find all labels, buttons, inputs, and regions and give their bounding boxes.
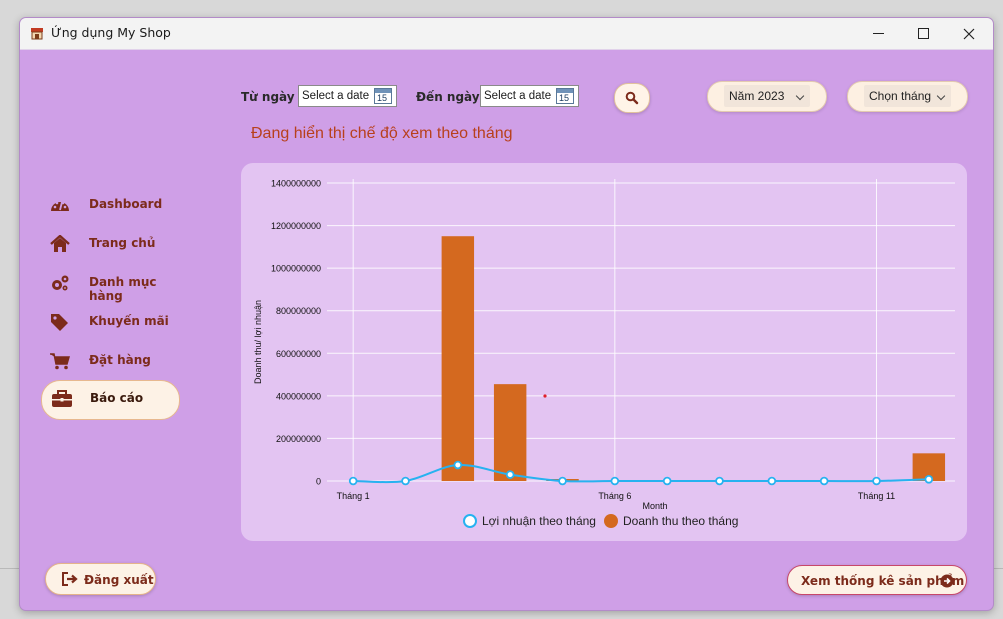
year-select-value: Năm 2023 (729, 89, 785, 103)
bar-revenue (493, 384, 527, 481)
calendar-icon[interactable]: 15 (556, 88, 574, 104)
dashboard-icon (51, 201, 69, 211)
cart-icon (50, 353, 70, 370)
data-marker (543, 394, 547, 398)
y-tick-label: 400000000 (276, 391, 321, 401)
point-profit (924, 474, 934, 484)
legend-marker-revenue (604, 514, 618, 528)
month-select[interactable]: Chọn tháng (847, 81, 968, 112)
search-button[interactable] (614, 83, 650, 113)
y-axis-label: Doanh thu/ lợi nhuận (253, 300, 263, 384)
sign-out-icon (62, 572, 78, 586)
sidebar-item-label: Danh mục hàng (89, 275, 157, 303)
point-profit (401, 476, 410, 486)
product-stats-button[interactable]: Xem thống kê sản phẩm (787, 565, 967, 595)
minimize-button[interactable] (855, 18, 901, 49)
x-tick-label: Tháng 11 (858, 491, 895, 501)
y-tick-label: 600000000 (276, 349, 321, 359)
sidebar-item-dashboard[interactable]: Dashboard (41, 186, 180, 224)
window-title: Ứng dụng My Shop (51, 25, 171, 40)
tags-icon (51, 314, 68, 331)
from-date-placeholder: Select a date (302, 90, 370, 102)
legend-label-revenue: Doanh thu theo tháng (623, 514, 738, 528)
sidebar-item-label: Trang chủ (89, 236, 156, 250)
point-profit (348, 476, 358, 486)
search-icon (625, 91, 639, 105)
chart-panel: 0 200000000 400000000 600000000 800000000 100… (241, 163, 967, 541)
x-tick-label: Tháng 6 (598, 491, 631, 501)
close-button[interactable] (946, 18, 992, 49)
legend-marker-profit (463, 514, 477, 528)
to-date-picker[interactable]: Select a date 15 (480, 85, 579, 107)
app-window: Ứng dụng My Shop Từ ngày Select a date 1… (19, 17, 994, 611)
from-date-picker[interactable]: Select a date 15 (298, 85, 397, 107)
to-date-label: Đến ngày (416, 90, 480, 104)
logout-button[interactable]: Đăng xuất (45, 563, 156, 595)
from-date-label: Từ ngày (241, 90, 295, 104)
home-icon (50, 235, 70, 252)
view-mode-text: Đang hiển thị chế độ xem theo tháng (251, 125, 513, 142)
to-date-placeholder: Select a date (484, 90, 552, 102)
chevron-down-icon (936, 91, 946, 101)
point-profit (505, 470, 515, 479)
calendar-icon[interactable]: 15 (374, 88, 392, 104)
briefcase-icon (52, 390, 72, 407)
minimize-icon (872, 33, 884, 34)
y-tick-label: 200000000 (276, 434, 321, 444)
sidebar-item-label: Khuyến mãi (89, 314, 169, 328)
year-select[interactable]: Năm 2023 (707, 81, 827, 112)
point-profit (662, 476, 672, 486)
title-bar: Ứng dụng My Shop (20, 18, 993, 50)
line-profit (353, 464, 929, 484)
point-profit (610, 476, 620, 486)
point-profit (453, 460, 463, 470)
point-profit (558, 476, 567, 486)
arrow-circle-right-icon (940, 574, 954, 588)
x-axis-label: Month (642, 501, 667, 511)
point-profit (819, 476, 829, 486)
sidebar-item-label: Dashboard (89, 197, 163, 211)
y-tick-label: 1200000000 (271, 221, 321, 231)
sidebar-item-promotions[interactable]: Khuyến mãi (41, 303, 180, 341)
sidebar-item-label: Báo cáo (90, 391, 144, 405)
shop-icon (31, 28, 43, 40)
maximize-icon (917, 28, 929, 39)
sidebar-item-reports[interactable]: Báo cáo (41, 380, 180, 420)
sidebar-item-label: Đặt hàng (89, 353, 151, 367)
bar-revenue (441, 236, 475, 481)
x-tick-label: Tháng 1 (337, 491, 370, 501)
point-profit (715, 476, 724, 486)
sidebar-item-home[interactable]: Trang chủ (41, 225, 180, 263)
legend-label-profit: Lợi nhuận theo tháng (482, 514, 596, 528)
point-profit (872, 476, 881, 486)
point-profit (767, 476, 777, 486)
chevron-down-icon (795, 91, 805, 101)
month-select-value: Chọn tháng (869, 89, 932, 103)
gears-icon (52, 275, 69, 291)
close-icon (963, 28, 975, 39)
logout-label: Đăng xuất (84, 573, 154, 587)
revenue-profit-chart: 0 200000000 400000000 600000000 800000000 100… (253, 179, 955, 528)
y-tick-label: 0 (316, 477, 321, 487)
maximize-button[interactable] (900, 18, 946, 49)
y-tick-label: 1000000000 (271, 264, 321, 274)
sidebar-item-orders[interactable]: Đặt hàng (41, 342, 180, 380)
sidebar-item-categories[interactable]: Danh mục hàng (41, 264, 180, 303)
y-tick-label: 800000000 (276, 306, 321, 316)
y-tick-label: 1400000000 (271, 179, 321, 189)
